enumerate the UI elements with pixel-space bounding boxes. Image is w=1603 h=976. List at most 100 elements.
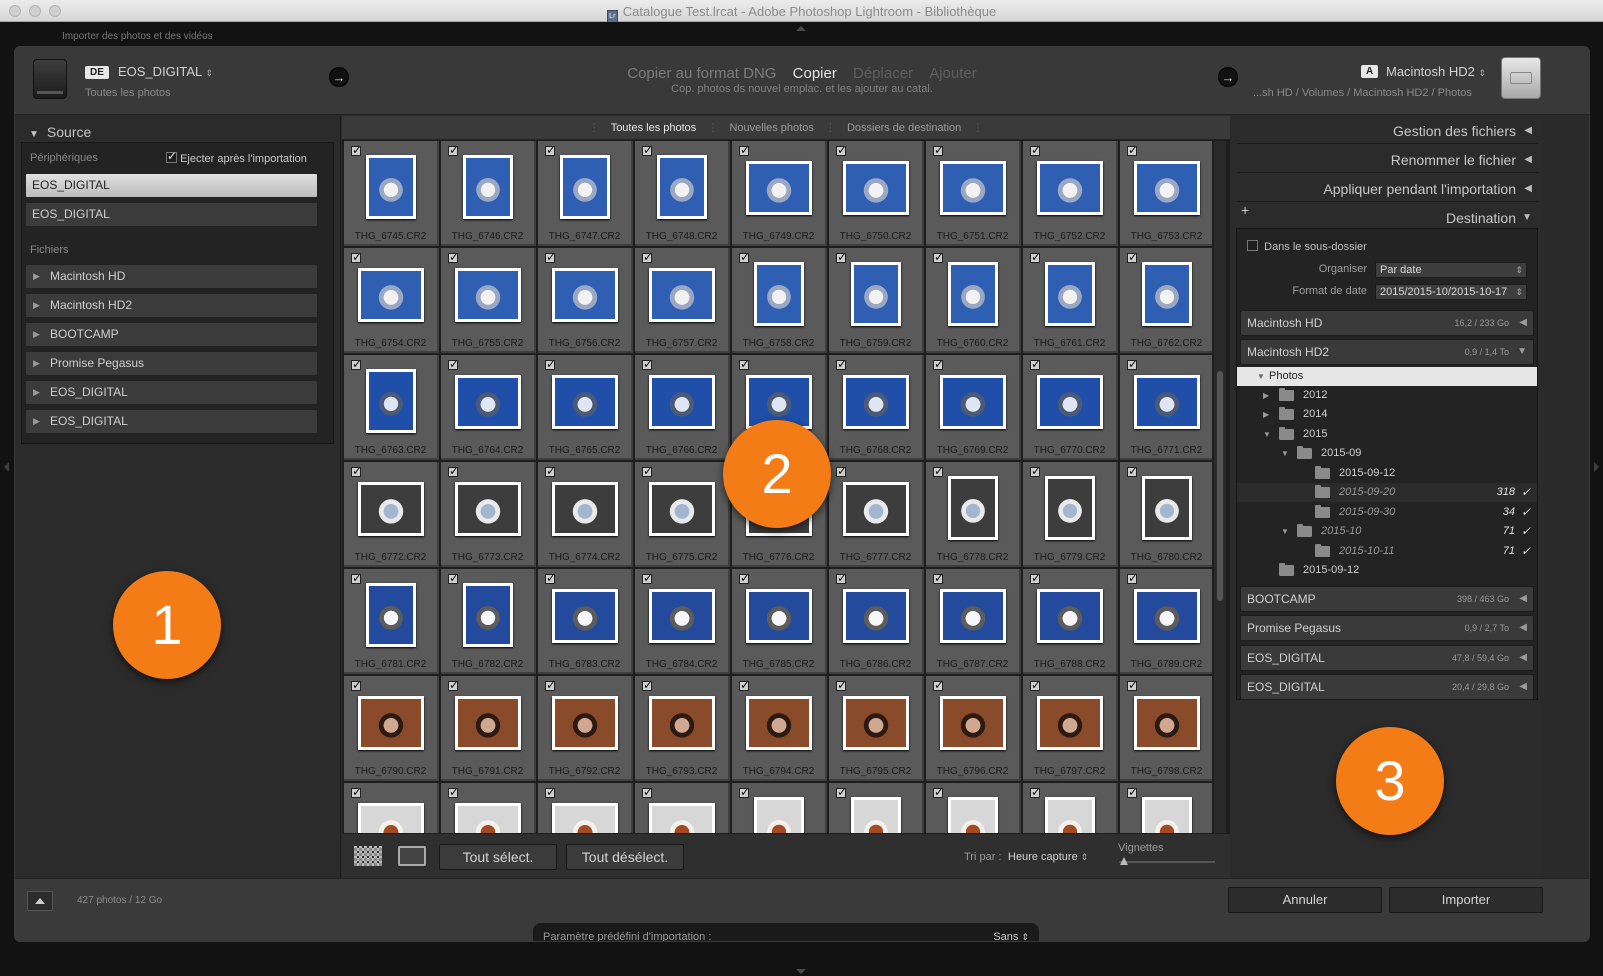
photo-checkbox[interactable] (739, 143, 750, 157)
photo-checkbox[interactable] (739, 785, 750, 799)
photo-cell[interactable]: THG_6760.CR2 (926, 248, 1021, 353)
photo-cell[interactable]: THG_6786.CR2 (829, 569, 924, 674)
photo-checkbox[interactable] (545, 357, 556, 371)
checkmark-icon[interactable] (1521, 503, 1531, 522)
photo-checkbox[interactable] (933, 250, 944, 264)
photo-checkbox[interactable] (642, 678, 653, 692)
photo-checkbox[interactable] (836, 785, 847, 799)
volume-item[interactable]: Macintosh HD 16,2 / 233 Go ◀ (1240, 310, 1534, 336)
photo-checkbox[interactable] (448, 464, 459, 478)
photo-cell[interactable]: THG_6785.CR2 (732, 569, 827, 674)
grid-view-icon[interactable] (354, 846, 382, 866)
cancel-button[interactable]: Annuler (1228, 887, 1382, 913)
deselect-all-button[interactable]: Tout désélect. (566, 844, 684, 870)
photo-checkbox[interactable] (836, 143, 847, 157)
left-panel-toggle-icon[interactable] (4, 462, 9, 472)
photo-checkbox[interactable] (1030, 571, 1041, 585)
photo-cell[interactable]: THG_6782.CR2 (441, 569, 536, 674)
section-apply-during-import[interactable]: Appliquer pendant l'importation ◀ (1237, 176, 1538, 202)
photo-cell[interactable]: THG_6766.CR2 (635, 355, 730, 460)
tree-folder[interactable]: ▶ 2014 (1237, 405, 1537, 424)
photo-cell[interactable]: THG_6753.CR2 (1120, 141, 1212, 246)
grid-scrollbar[interactable] (1214, 141, 1226, 833)
tree-folder[interactable]: ▶ 2012 (1237, 386, 1537, 405)
photo-cell[interactable]: THG_6794.CR2 (732, 676, 827, 781)
photo-cell[interactable]: THG_6784.CR2 (635, 569, 730, 674)
photo-checkbox[interactable] (448, 785, 459, 799)
photo-cell[interactable]: THG_6746.CR2 (441, 141, 536, 246)
photo-checkbox[interactable] (1127, 571, 1138, 585)
tab-destination-folders[interactable]: Dossiers de destination (847, 122, 961, 134)
photo-cell[interactable]: THG_6761.CR2 (1023, 248, 1118, 353)
bottom-panel-toggle-icon[interactable] (796, 969, 806, 974)
photo-cell[interactable]: THG_6781.CR2 (344, 569, 439, 674)
photo-checkbox[interactable] (1030, 143, 1041, 157)
volume-item[interactable]: Promise Pegasus 0,9 / 2,7 To ◀ (1240, 615, 1534, 641)
photo-cell[interactable]: THG_6749.CR2 (732, 141, 827, 246)
checkmark-icon[interactable] (1521, 522, 1531, 541)
file-volume-item[interactable]: ▶ Macintosh HD (25, 264, 318, 289)
photo-checkbox[interactable] (1030, 464, 1041, 478)
photo-checkbox[interactable] (739, 678, 750, 692)
photo-checkbox[interactable] (545, 464, 556, 478)
volume-item[interactable]: Macintosh HD2 0,9 / 1,4 To ▼ (1240, 339, 1534, 365)
source-panel-header[interactable]: ▼ Source (29, 124, 91, 140)
photo-cell[interactable]: THG_6754.CR2 (344, 248, 439, 353)
photo-cell[interactable]: THG_6789.CR2 (1120, 569, 1212, 674)
import-button[interactable]: Importer (1389, 887, 1543, 913)
tree-folder-new[interactable]: 2015-10-11 71 (1237, 542, 1537, 561)
select-all-button[interactable]: Tout sélect. (439, 844, 557, 870)
collapse-button[interactable] (27, 891, 53, 911)
photo-cell[interactable]: THG_6771.CR2 (1120, 355, 1212, 460)
photo-cell[interactable]: THG_6788.CR2 (1023, 569, 1118, 674)
photo-checkbox[interactable] (739, 571, 750, 585)
tree-folder[interactable]: 2015-09-12 (1237, 464, 1537, 483)
photo-cell[interactable]: THG_6780.CR2 (1120, 462, 1212, 567)
preset-selector[interactable]: Sans ⇕ (993, 931, 1029, 941)
photo-checkbox[interactable] (1127, 464, 1138, 478)
photo-checkbox[interactable] (1030, 678, 1041, 692)
photo-cell[interactable] (926, 783, 1021, 833)
photo-checkbox[interactable] (933, 785, 944, 799)
scrollbar-thumb[interactable] (1217, 371, 1223, 601)
photo-checkbox[interactable] (448, 357, 459, 371)
photo-checkbox[interactable] (545, 571, 556, 585)
photo-cell[interactable] (1120, 783, 1212, 833)
photo-cell[interactable]: THG_6752.CR2 (1023, 141, 1118, 246)
file-volume-item[interactable]: ▶ Promise Pegasus (25, 351, 318, 376)
photo-cell[interactable]: THG_6763.CR2 (344, 355, 439, 460)
eject-checkbox[interactable]: Ejecter après l'importation (166, 149, 307, 165)
mode-move[interactable]: Déplacer (853, 65, 913, 82)
tree-folder[interactable]: 2015-09-12 (1237, 561, 1537, 580)
tab-all-photos[interactable]: Toutes les photos (611, 122, 697, 134)
photo-checkbox[interactable] (351, 464, 362, 478)
checkmark-icon[interactable] (1521, 483, 1531, 502)
photo-cell[interactable]: THG_6779.CR2 (1023, 462, 1118, 567)
photo-checkbox[interactable] (1127, 678, 1138, 692)
photo-checkbox[interactable] (448, 571, 459, 585)
photo-cell[interactable]: THG_6759.CR2 (829, 248, 924, 353)
photo-cell[interactable]: THG_6765.CR2 (538, 355, 633, 460)
photo-cell[interactable]: THG_6777.CR2 (829, 462, 924, 567)
thumbnail-size-slider[interactable] (1119, 857, 1215, 865)
mode-copy[interactable]: Copier (793, 65, 837, 82)
photo-cell[interactable]: THG_6775.CR2 (635, 462, 730, 567)
photo-cell[interactable]: THG_6787.CR2 (926, 569, 1021, 674)
photo-cell[interactable] (441, 783, 536, 833)
photo-cell[interactable]: THG_6750.CR2 (829, 141, 924, 246)
destination-selector[interactable]: Macintosh HD2 ⇕ (1386, 64, 1486, 79)
photo-cell[interactable]: THG_6797.CR2 (1023, 676, 1118, 781)
photo-checkbox[interactable] (448, 250, 459, 264)
photo-checkbox[interactable] (933, 464, 944, 478)
photo-cell[interactable]: THG_6793.CR2 (635, 676, 730, 781)
file-volume-item[interactable]: ▶ EOS_DIGITAL (25, 409, 318, 434)
photo-checkbox[interactable] (1127, 785, 1138, 799)
top-panel-toggle-icon[interactable] (796, 26, 806, 31)
photo-checkbox[interactable] (933, 357, 944, 371)
photo-cell[interactable]: THG_6772.CR2 (344, 462, 439, 567)
photo-cell[interactable]: THG_6778.CR2 (926, 462, 1021, 567)
section-rename[interactable]: Renommer le fichier ◀ (1237, 147, 1538, 173)
tree-folder-new[interactable]: ▼ 2015-10 71 (1237, 522, 1537, 541)
mode-copy-dng[interactable]: Copier au format DNG (627, 65, 776, 82)
tree-folder[interactable]: ▼ 2015 (1237, 425, 1537, 444)
